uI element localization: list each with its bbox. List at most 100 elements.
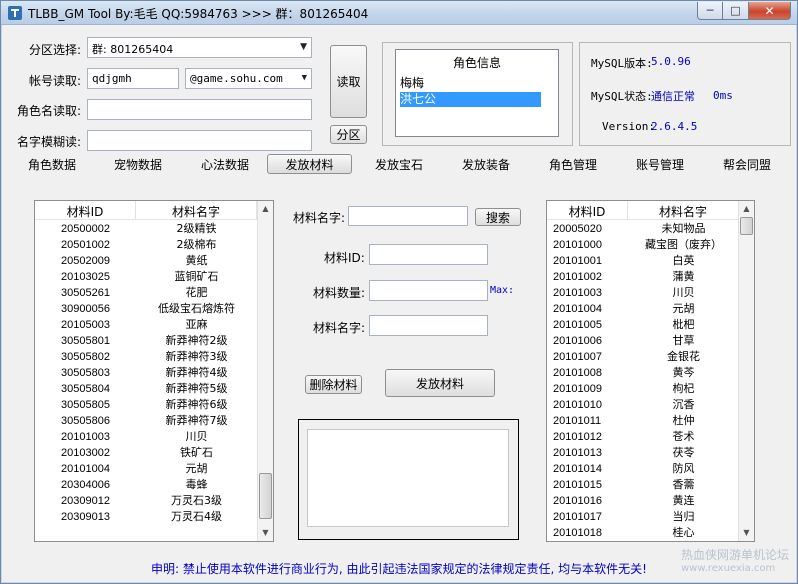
role-item[interactable]: 梅梅: [400, 76, 542, 91]
table-row[interactable]: 20101000 藏宝图（废弃）: [547, 237, 739, 253]
delete-material-button[interactable]: 删除材料: [305, 375, 362, 394]
domain-select[interactable]: @game.sohu.com ▼: [185, 68, 312, 89]
material-list-left[interactable]: 材料ID 材料名字 20500002 2级精铁 20501002 2级棉布 205020…: [34, 200, 274, 542]
tab-issue-gem[interactable]: 发放宝石: [368, 154, 430, 174]
table-row[interactable]: 20103025 蓝铜矿石: [35, 269, 257, 285]
table-row[interactable]: 20101016 黄连: [547, 493, 739, 509]
column-header-name[interactable]: 材料名字: [628, 201, 739, 219]
table-row[interactable]: 20309013 万灵石4级: [35, 509, 257, 525]
minimize-button[interactable]: ─: [697, 2, 723, 20]
tab-pet-data[interactable]: 宠物数据: [107, 154, 169, 174]
material-id-cell: 20101007: [553, 351, 602, 363]
column-header-id[interactable]: 材料ID: [547, 201, 628, 219]
table-row[interactable]: 30505803 新莽神符4级: [35, 365, 257, 381]
role-info-list[interactable]: 角色信息 梅梅 洪七公: [395, 49, 559, 137]
material-id-input[interactable]: [369, 244, 488, 265]
scroll-up-icon[interactable]: ▲: [258, 201, 273, 217]
table-row[interactable]: 20304006 毒蜂: [35, 477, 257, 493]
scroll-up-icon[interactable]: ▲: [739, 201, 754, 217]
scroll-thumb[interactable]: [740, 217, 753, 235]
table-row[interactable]: 20101005 枇杷: [547, 317, 739, 333]
table-row[interactable]: 20101003 川贝: [547, 285, 739, 301]
close-button[interactable]: ✕: [749, 2, 791, 20]
table-row[interactable]: 20105003 亚麻: [35, 317, 257, 333]
version-value: 2.6.4.5: [651, 120, 698, 133]
search-input[interactable]: [348, 206, 468, 226]
table-row[interactable]: 20101004 元胡: [547, 301, 739, 317]
tab-issue-material[interactable]: 发放材料: [267, 154, 352, 174]
table-row[interactable]: 20101014 防风: [547, 461, 739, 477]
table-row[interactable]: 20101012 苍术: [547, 429, 739, 445]
table-row[interactable]: 20101008 黄芩: [547, 365, 739, 381]
table-row[interactable]: 20005020 未知物品: [547, 221, 739, 237]
table-row[interactable]: 20101004 元胡: [35, 461, 257, 477]
table-row[interactable]: 20101013 茯苓: [547, 445, 739, 461]
material-qty-input[interactable]: [369, 280, 488, 301]
table-row[interactable]: 20309012 万灵石3级: [35, 493, 257, 509]
vertical-scrollbar[interactable]: ▲ ▼: [257, 201, 273, 541]
tab-skill-data[interactable]: 心法数据: [194, 154, 256, 174]
table-row[interactable]: 20101009 枸杞: [547, 381, 739, 397]
table-row[interactable]: 20101001 白英: [547, 253, 739, 269]
table-row[interactable]: 20103002 铁矿石: [35, 445, 257, 461]
table-row[interactable]: 20101007 金银花: [547, 349, 739, 365]
scroll-down-icon[interactable]: ▼: [739, 525, 754, 541]
account-input[interactable]: qdjgmh: [87, 68, 179, 89]
table-row[interactable]: 20501002 2级棉布: [35, 237, 257, 253]
material-name-cell: 黄芩: [672, 366, 695, 379]
material-id-cell: 20101003: [61, 431, 110, 443]
table-row[interactable]: 30505805 新莽神符6级: [35, 397, 257, 413]
table-row[interactable]: 30505261 花肥: [35, 285, 257, 301]
read-button[interactable]: 读取: [330, 45, 367, 118]
material-name-cell: 桂心: [672, 526, 695, 539]
app-window: TLBB_GM Tool By:毛毛 QQ:5984763 >>> 群：8012…: [0, 0, 798, 584]
table-row[interactable]: 20101011 杜仲: [547, 413, 739, 429]
table-row[interactable]: 20101017 当归: [547, 509, 739, 525]
table-row[interactable]: 20101018 桂心: [547, 525, 739, 541]
table-row[interactable]: 30505801 新莽神符2级: [35, 333, 257, 349]
table-row[interactable]: 20101003 川贝: [35, 429, 257, 445]
material-id-cell: 20101002: [553, 271, 602, 283]
search-button[interactable]: 搜索: [475, 208, 521, 226]
material-id-cell: 20101003: [553, 287, 602, 299]
mysql-version-value: 5.0.96: [651, 55, 691, 68]
table-row[interactable]: 30505806 新莽神符7级: [35, 413, 257, 429]
issue-material-button[interactable]: 发放材料: [385, 369, 495, 397]
table-row[interactable]: 30900056 低级宝石熔炼符: [35, 301, 257, 317]
column-header-id[interactable]: 材料ID: [35, 201, 136, 219]
material-id-cell: 20101010: [553, 399, 602, 411]
table-row[interactable]: 20101002 蒲黄: [547, 269, 739, 285]
table-row[interactable]: 30505802 新莽神符3级: [35, 349, 257, 365]
material-id-cell: 20501002: [61, 239, 110, 251]
material-name-cell: 枇杷: [672, 318, 695, 331]
tab-role-management[interactable]: 角色管理: [542, 154, 604, 174]
table-row[interactable]: 20101006 甘草: [547, 333, 739, 349]
tab-account-management[interactable]: 账号管理: [629, 154, 691, 174]
fuzzy-name-input[interactable]: [87, 130, 312, 151]
table-row[interactable]: 20502009 黄纸: [35, 253, 257, 269]
column-header-name[interactable]: 材料名字: [136, 201, 257, 219]
table-row[interactable]: 20101010 沉香: [547, 397, 739, 413]
zone-button[interactable]: 分区: [330, 125, 367, 144]
material-list-right[interactable]: 材料ID 材料名字 20005020 未知物品 20101000 藏宝图（废弃） 201…: [546, 200, 755, 542]
tab-guild-alliance[interactable]: 帮会同盟: [716, 154, 778, 174]
material-id-cell: 20101004: [61, 463, 110, 475]
material-name-input[interactable]: [369, 315, 488, 336]
table-row[interactable]: 20101015 香薷: [547, 477, 739, 493]
table-row[interactable]: 30505804 新莽神符5级: [35, 381, 257, 397]
vertical-scrollbar[interactable]: ▲ ▼: [738, 201, 754, 541]
material-name-label: 材料名字:: [313, 321, 366, 335]
table-row[interactable]: 20500002 2级精铁: [35, 221, 257, 237]
server-select[interactable]: 群: 801265404 ▼: [87, 37, 312, 58]
tab-issue-equipment[interactable]: 发放装备: [455, 154, 517, 174]
maximize-button[interactable]: □: [723, 2, 749, 20]
role-item-selected[interactable]: 洪七公: [400, 92, 541, 107]
log-textarea[interactable]: [307, 429, 509, 527]
tab-role-data[interactable]: 角色数据: [21, 154, 83, 174]
scroll-down-icon[interactable]: ▼: [258, 525, 273, 541]
role-name-input[interactable]: [87, 99, 312, 120]
material-name-cell: 新莽神符2级: [165, 334, 228, 347]
title-bar[interactable]: TLBB_GM Tool By:毛毛 QQ:5984763 >>> 群：8012…: [1, 1, 797, 25]
material-id-cell: 20101016: [553, 495, 602, 507]
scroll-thumb[interactable]: [259, 473, 272, 519]
